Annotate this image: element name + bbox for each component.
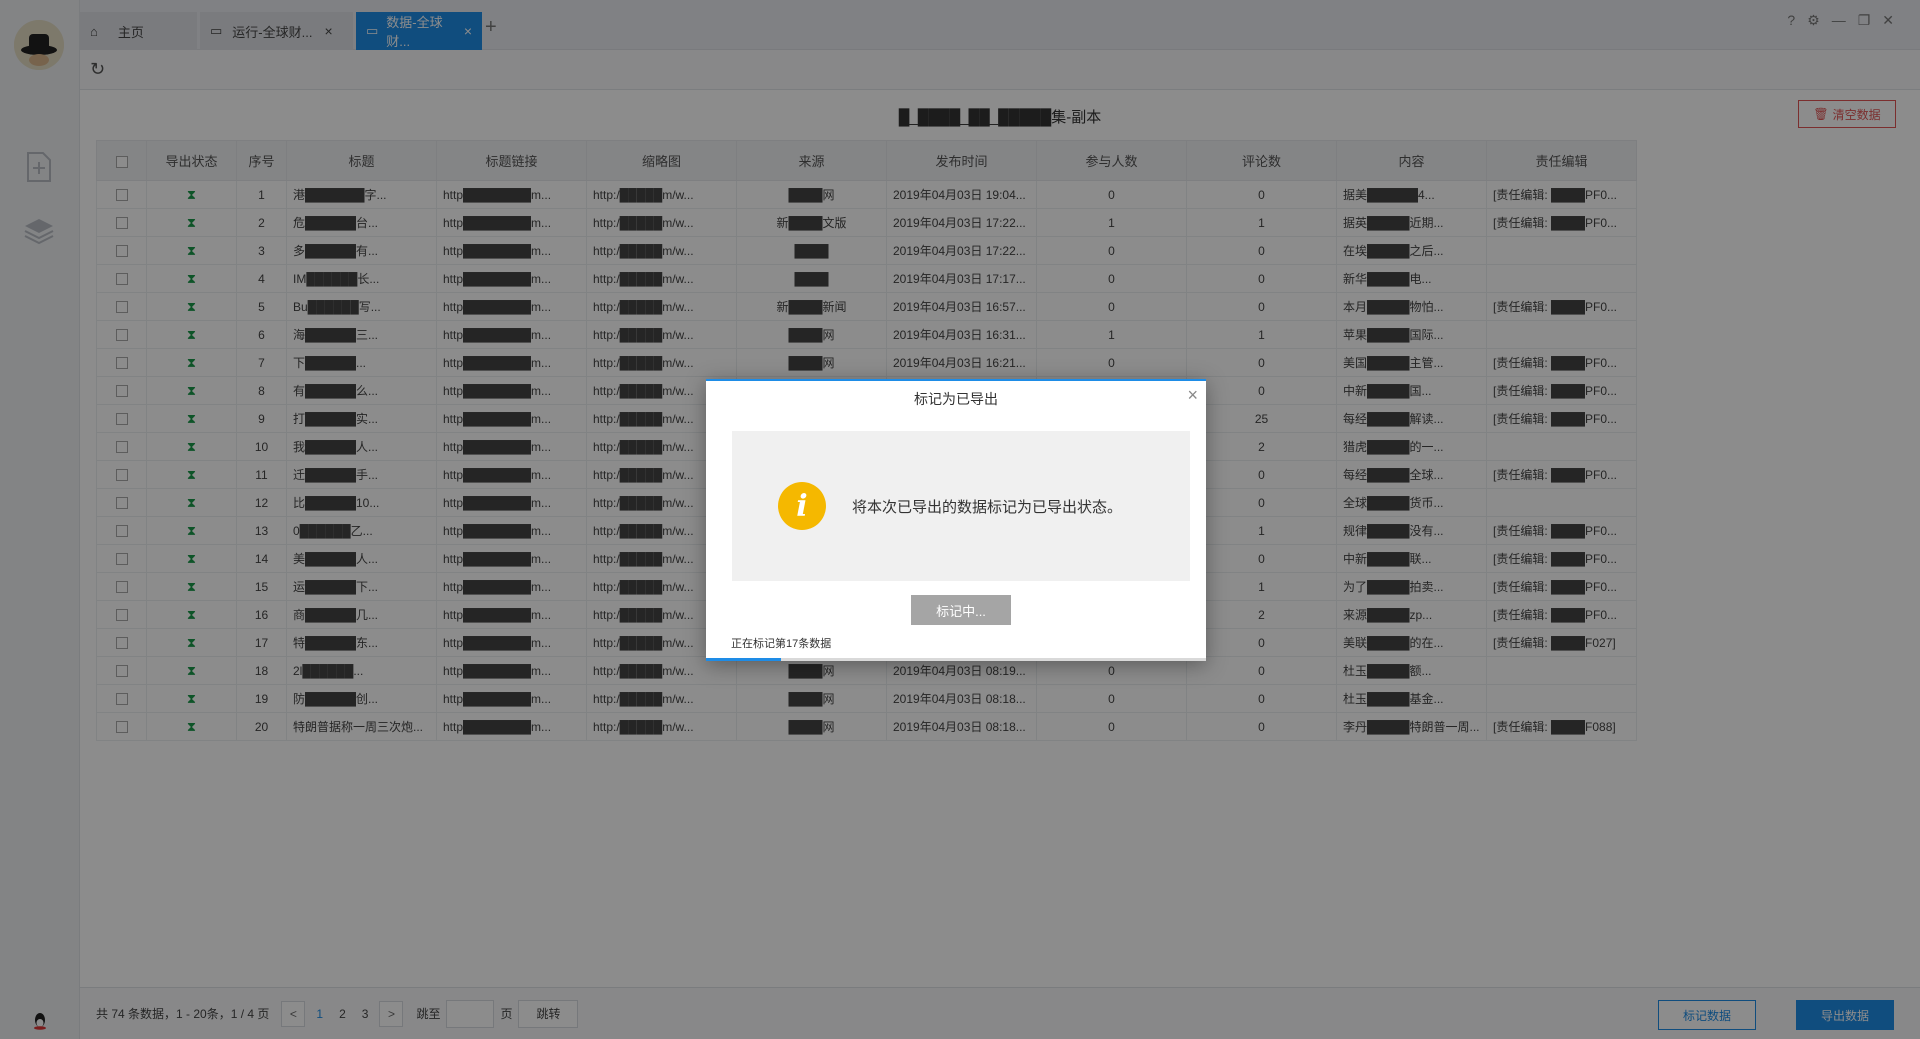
dialog-body: i 将本次已导出的数据标记为已导出状态。: [732, 431, 1190, 581]
progress-bar: [706, 658, 1206, 661]
dialog-title: 标记为已导出: [914, 391, 998, 407]
marking-button[interactable]: 标记中...: [911, 595, 1011, 625]
dialog-message: 将本次已导出的数据标记为已导出状态。: [852, 498, 1123, 516]
progress-fill: [706, 658, 781, 661]
mark-exported-dialog: 标记为已导出 × i 将本次已导出的数据标记为已导出状态。 标记中... 正在标…: [706, 379, 1206, 661]
dialog-status: 正在标记第17条数据: [731, 638, 832, 650]
dialog-close-icon[interactable]: ×: [1187, 385, 1198, 406]
info-icon: i: [778, 482, 826, 530]
